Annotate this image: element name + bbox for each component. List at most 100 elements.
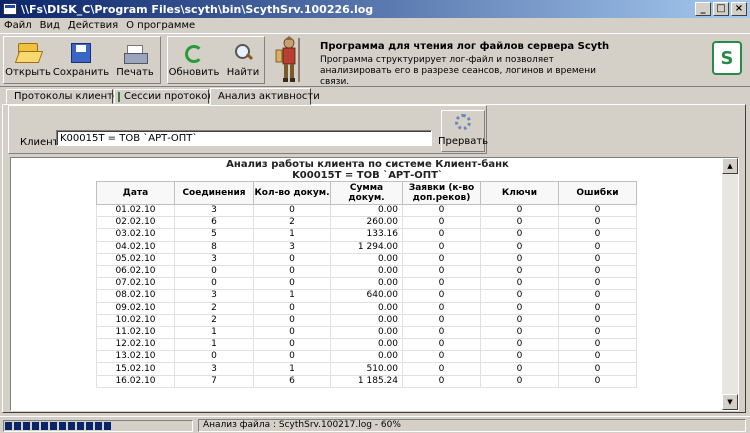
table-cell: 0 <box>402 301 481 315</box>
table-cell: 0 <box>558 289 637 303</box>
file-toolbar-group: Открыть Сохранить Печать <box>3 36 161 84</box>
table-row: 06.02.10 0 0 0.00 0 0 0 <box>96 264 637 279</box>
table-cell: 0 <box>253 203 331 218</box>
column-header: Сумма докум. <box>330 181 403 205</box>
table-row: 11.02.10 1 0 0.00 0 0 0 <box>96 325 637 340</box>
table-cell: 0 <box>174 264 254 279</box>
table-cell: 0.00 <box>330 252 403 266</box>
menu-view[interactable]: Вид <box>40 20 60 31</box>
tab-protocol-sessions[interactable]: Сессии протокола <box>114 89 220 104</box>
window-title: \\Fs\DISK_C\Program Files\scyth\bin\Scyt… <box>21 2 374 16</box>
table-cell: 5 <box>174 228 254 242</box>
table-cell: 0 <box>480 301 559 315</box>
progress-block <box>59 422 66 430</box>
refresh-button[interactable]: Обновить <box>169 37 219 83</box>
table-row: 13.02.10 0 0 0.00 0 0 0 <box>96 350 637 364</box>
table-cell: 0 <box>480 216 559 230</box>
client-input[interactable] <box>56 130 432 146</box>
stop-button[interactable]: Прервать <box>438 110 488 152</box>
table-cell: 7 <box>174 374 254 388</box>
activity-table: Дата Соединения Кол-во докум. Сумма доку… <box>96 181 637 388</box>
table-cell: 0 <box>402 325 481 340</box>
table-cell: 03.02.10 <box>96 228 175 242</box>
scroll-down-button[interactable]: ▼ <box>722 394 738 410</box>
table-cell: 02.02.10 <box>96 216 175 230</box>
table-cell: 1 <box>174 338 254 352</box>
progress-block <box>32 422 39 430</box>
maximize-button[interactable]: □ <box>713 2 729 16</box>
open-button[interactable]: Открыть <box>5 37 51 83</box>
table-cell: 0 <box>480 277 559 291</box>
table-row: 15.02.10 3 1 510.00 0 0 0 <box>96 362 637 376</box>
column-header: Дата <box>96 181 175 205</box>
column-header: Ошибки <box>558 181 637 205</box>
progress-block <box>77 422 84 430</box>
table-cell: 0 <box>402 228 481 242</box>
activity-table-body: 01.02.10 3 0 0.00 0 0 0 02.02.10 6 2 260.00 0 0 0 03.0… <box>96 203 637 388</box>
table-row: 05.02.10 3 0 0.00 0 0 0 <box>96 252 637 266</box>
table-cell: 0 <box>558 240 637 254</box>
table-cell: 0 <box>558 252 637 266</box>
table-cell: 0 <box>253 325 331 340</box>
report-title: Анализ работы клиента по системе Клиент-… <box>226 159 509 170</box>
table-cell: 0 <box>480 313 559 327</box>
tab-client-protocols[interactable]: Протоколы клиентов <box>6 89 125 104</box>
table-row: 01.02.10 3 0 0.00 0 0 0 <box>96 203 637 218</box>
table-cell: 1 <box>174 325 254 340</box>
table-cell: 0 <box>480 338 559 352</box>
table-cell: 16.02.10 <box>96 374 175 388</box>
scythian-warrior-icon <box>275 36 300 82</box>
table-cell: 0 <box>558 203 637 218</box>
table-cell: 0 <box>402 313 481 327</box>
table-cell: 3 <box>174 362 254 376</box>
vertical-scrollbar[interactable]: ▲ ▼ <box>722 158 738 410</box>
table-cell: 0 <box>174 350 254 364</box>
table-cell: 0 <box>558 216 637 230</box>
find-button[interactable]: Найти <box>222 37 264 83</box>
folder-open-icon <box>18 43 38 63</box>
tab-activity-analysis[interactable]: Анализ активности <box>210 88 320 105</box>
table-cell: 0 <box>253 350 331 364</box>
menu-actions[interactable]: Действия <box>68 20 118 31</box>
menu-about[interactable]: О программе <box>126 20 195 31</box>
report-subtitle: K00015T = ТОВ `АРТ-ОПТ` <box>292 170 443 181</box>
table-cell: 0 <box>402 350 481 364</box>
table-cell: 0 <box>480 374 559 388</box>
table-cell: 0 <box>558 277 637 291</box>
table-cell: 3 <box>253 240 331 254</box>
refresh-icon <box>185 45 203 63</box>
table-cell: 0 <box>402 264 481 279</box>
table-cell: 0 <box>480 325 559 340</box>
minimize-button[interactable]: _ <box>695 2 711 16</box>
table-cell: 0 <box>558 362 637 376</box>
table-cell: 0 <box>253 338 331 352</box>
table-cell: 260.00 <box>330 216 403 230</box>
menu-file[interactable]: Файл <box>4 20 32 31</box>
table-cell: 0 <box>480 240 559 254</box>
print-button[interactable]: Печать <box>110 37 160 83</box>
table-cell: 0 <box>174 277 254 291</box>
scroll-up-button[interactable]: ▲ <box>722 158 738 174</box>
table-cell: 0 <box>558 301 637 315</box>
table-cell: 0 <box>253 277 331 291</box>
table-cell: 09.02.10 <box>96 301 175 315</box>
table-cell: 1 294.00 <box>330 240 403 254</box>
table-cell: 6 <box>174 216 254 230</box>
close-button[interactable]: × <box>731 2 747 16</box>
table-cell: 0.00 <box>330 203 403 218</box>
status-bar: Анализ файла : ScythSrv.100217.log - 60% <box>0 416 750 433</box>
save-button[interactable]: Сохранить <box>53 37 109 83</box>
table-cell: 0 <box>480 362 559 376</box>
table-cell: 0 <box>558 350 637 364</box>
table-cell: 11.02.10 <box>96 325 175 340</box>
table-cell: 08.02.10 <box>96 289 175 303</box>
table-cell: 0 <box>558 374 637 388</box>
report-view[interactable]: Анализ работы клиента по системе Клиент-… <box>10 157 739 411</box>
table-cell: 3 <box>174 252 254 266</box>
column-header: Кол-во докум. <box>253 181 331 205</box>
table-cell: 0 <box>402 277 481 291</box>
table-cell: 12.02.10 <box>96 338 175 352</box>
table-cell: 15.02.10 <box>96 362 175 376</box>
table-row: 10.02.10 2 0 0.00 0 0 0 <box>96 313 637 327</box>
app-icon <box>3 3 17 15</box>
